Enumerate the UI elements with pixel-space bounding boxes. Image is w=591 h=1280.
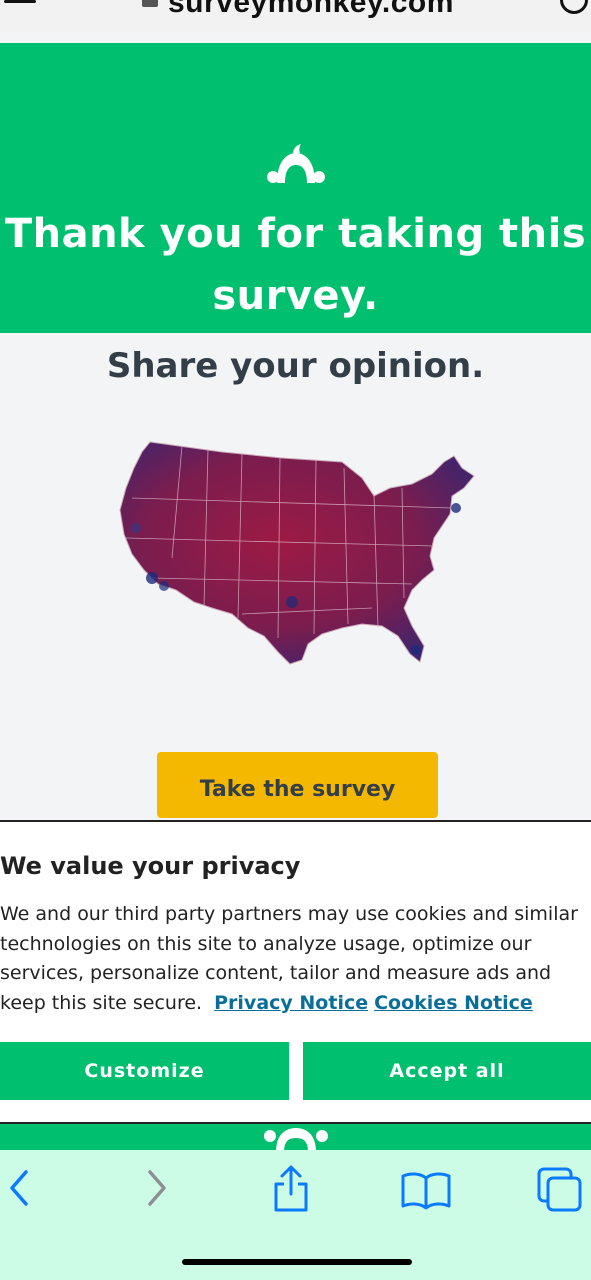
take-survey-button[interactable]: Take the survey — [157, 752, 438, 818]
cookie-banner-body: We and our third party partners may use … — [0, 900, 591, 1018]
share-heading: Share your opinion. — [106, 346, 485, 386]
footer-peek — [0, 1124, 591, 1150]
url-text[interactable]: surveymonkey.com — [168, 0, 454, 20]
title-line-2: survey. — [212, 273, 379, 319]
divider — [0, 32, 591, 43]
us-map-image — [119, 441, 475, 665]
browser-toolbar — [0, 1150, 591, 1280]
customize-button[interactable]: Customize — [0, 1042, 289, 1100]
home-indicator[interactable] — [182, 1259, 412, 1265]
share-icon[interactable] — [270, 1164, 312, 1214]
reload-icon[interactable] — [560, 0, 588, 14]
bookmarks-icon[interactable] — [400, 1170, 452, 1210]
title-line-1: Thank you for taking this — [4, 211, 587, 257]
cookie-consent-banner: We value your privacy We and our third p… — [0, 820, 591, 1124]
lock-icon — [142, 0, 158, 7]
thank-you-banner: Thank you for taking this survey. — [0, 43, 591, 333]
page-title: Thank you for taking this survey. — [0, 203, 591, 327]
browser-address-bar[interactable]: surveymonkey.com — [0, 0, 591, 32]
tabs-icon[interactable] — [536, 1166, 586, 1216]
menu-icon[interactable] — [4, 0, 36, 10]
cookies-notice-link[interactable]: Cookies Notice — [374, 992, 533, 1014]
surveymonkey-logo-icon — [264, 1128, 328, 1150]
forward-icon[interactable] — [144, 1166, 170, 1210]
surveymonkey-logo-icon — [267, 144, 325, 183]
back-icon[interactable] — [6, 1166, 32, 1210]
accept-all-button[interactable]: Accept all — [303, 1042, 591, 1100]
cookie-banner-title: We value your privacy — [0, 852, 301, 880]
privacy-notice-link[interactable]: Privacy Notice — [214, 992, 368, 1014]
